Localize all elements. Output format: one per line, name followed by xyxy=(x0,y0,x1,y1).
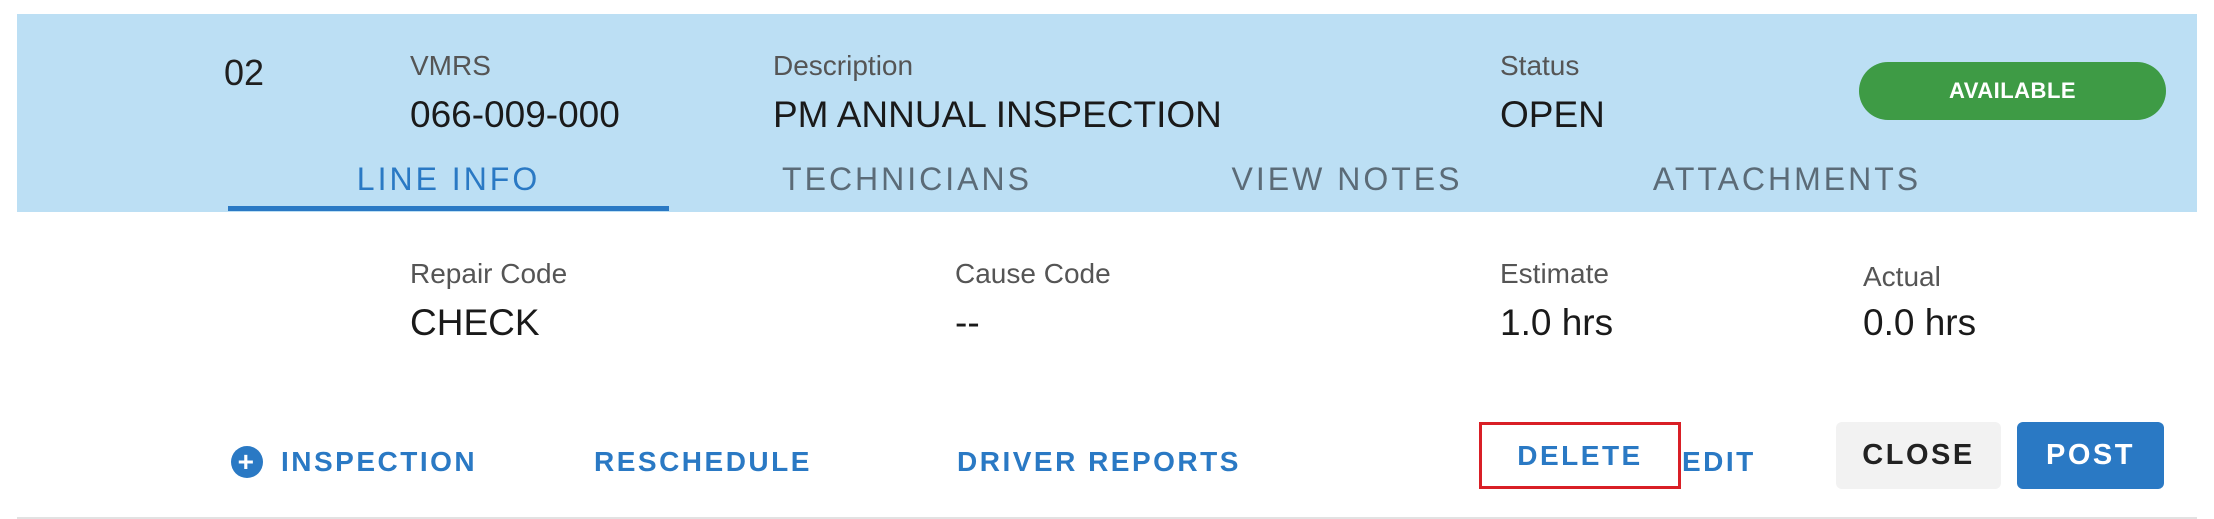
delete-button[interactable]: DELETE xyxy=(1479,422,1681,489)
status-label: Status xyxy=(1500,50,1580,81)
active-tab-indicator xyxy=(228,206,669,211)
description-label: Description xyxy=(773,50,914,81)
description-value: PM ANNUAL INSPECTION xyxy=(773,94,1222,135)
estimate-value: 1.0 hrs xyxy=(1500,302,1614,343)
close-button[interactable]: CLOSE xyxy=(1836,422,2001,489)
tab-attachments[interactable]: ATTACHMENTS xyxy=(1567,150,2007,208)
add-inspection-button[interactable]: + INSPECTION xyxy=(231,440,477,484)
actual-value: 0.0 hrs xyxy=(1863,302,1977,343)
actual-label: Actual xyxy=(1863,261,1941,292)
repair-line-card: 02 VMRS 066-009-000 Description PM ANNUA… xyxy=(17,14,2197,519)
vmrs-value: 066-009-000 xyxy=(410,94,620,135)
estimate-label: Estimate xyxy=(1500,258,1609,289)
line-header: 02 VMRS 066-009-000 Description PM ANNUA… xyxy=(17,14,2197,212)
cause-code-label: Cause Code xyxy=(955,258,1111,289)
repair-code-value: CHECK xyxy=(410,302,540,343)
line-number: 02 xyxy=(224,52,265,93)
tab-technicians[interactable]: TECHNICIANS xyxy=(687,150,1127,208)
edit-button[interactable]: EDIT xyxy=(1682,440,1756,484)
reschedule-button[interactable]: RESCHEDULE xyxy=(594,440,812,484)
driver-reports-button[interactable]: DRIVER REPORTS xyxy=(957,440,1241,484)
repair-code-label: Repair Code xyxy=(410,258,568,289)
status-value: OPEN xyxy=(1500,94,1605,135)
availability-badge: AVAILABLE xyxy=(1859,62,2166,120)
plus-circle-icon: + xyxy=(231,446,263,478)
cause-code-value: -- xyxy=(955,302,980,343)
post-button[interactable]: POST xyxy=(2017,422,2164,489)
tab-view-notes[interactable]: VIEW NOTES xyxy=(1127,150,1567,208)
vmrs-label: VMRS xyxy=(410,50,491,81)
tab-line-info[interactable]: LINE INFO xyxy=(228,150,669,208)
add-inspection-label: INSPECTION xyxy=(281,446,478,477)
